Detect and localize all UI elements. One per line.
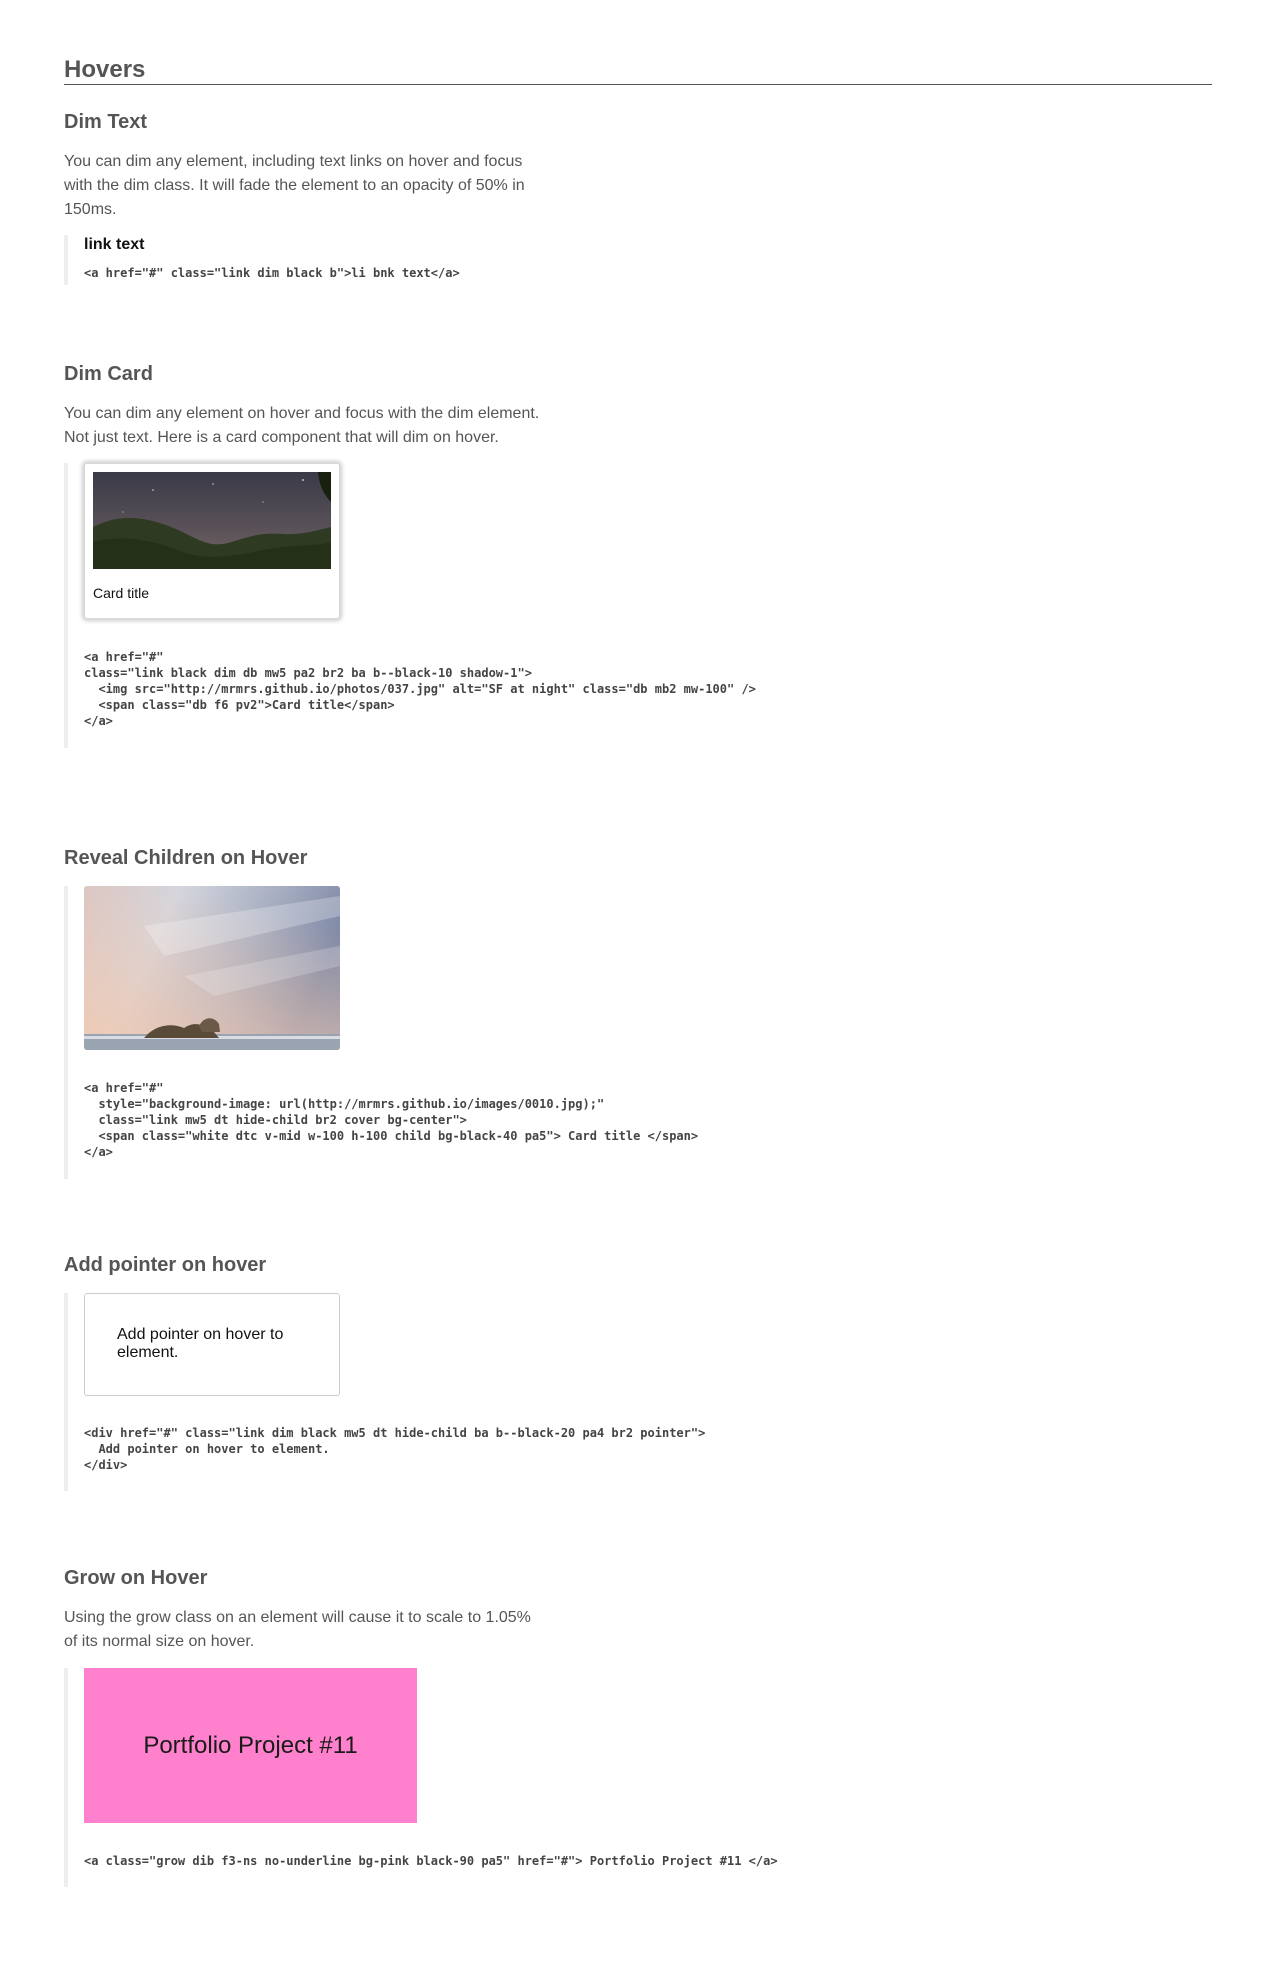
pointer-box[interactable]: Add pointer on hover to element.	[84, 1293, 340, 1396]
sf-night-image	[93, 472, 331, 569]
section-grow: Grow on Hover Using the grow class on an…	[64, 1566, 1212, 1887]
dim-text-example: link text <a href="#" class="link dim bl…	[64, 235, 1212, 285]
grow-code: <a class="grow dib f3-ns no-underline bg…	[84, 1854, 778, 1868]
page-title: Hovers	[64, 56, 1212, 85]
section-dim-text: Dim Text You can dim any element, includ…	[64, 110, 1212, 285]
reveal-children-heading: Reveal Children on Hover	[64, 847, 308, 869]
dim-card-heading: Dim Card	[64, 363, 153, 385]
add-pointer-heading: Add pointer on hover	[64, 1254, 267, 1276]
dim-card-code: <a href="#" class="link black dim db mw5…	[84, 650, 756, 728]
dim-text-heading: Dim Text	[64, 111, 147, 133]
grow-description: Using the grow class on an element will …	[64, 1609, 531, 1650]
grow-example: Portfolio Project #11 <a class="grow dib…	[64, 1668, 1212, 1887]
dim-text-description: You can dim any element, including text …	[64, 153, 525, 218]
add-pointer-code: <div href="#" class="link dim black mw5 …	[84, 1426, 706, 1472]
ocean-rock-image	[84, 886, 340, 1050]
dim-card-description: You can dim any element on hover and foc…	[64, 405, 540, 446]
add-pointer-example: Add pointer on hover to element. <div hr…	[64, 1293, 1212, 1491]
section-dim-card: Dim Card You can dim any element on hove…	[64, 362, 1212, 748]
grow-heading: Grow on Hover	[64, 1567, 208, 1589]
card-title: Card title	[93, 585, 150, 601]
section-reveal-children: Reveal Children on Hover <a href="#" sty…	[64, 846, 1212, 1179]
reveal-card[interactable]	[84, 886, 340, 1050]
dim-text-code: <a href="#" class="link dim black b">li …	[84, 266, 460, 280]
reveal-children-example: <a href="#" style="background-image: url…	[64, 886, 1212, 1179]
dim-card[interactable]: Card title	[84, 463, 340, 619]
dim-card-example: Card title <a href="#" class="link black…	[64, 463, 1212, 748]
dim-link-text[interactable]: link text	[84, 235, 144, 255]
section-add-pointer: Add pointer on hover Add pointer on hove…	[64, 1253, 1212, 1491]
portfolio-project-box[interactable]: Portfolio Project #11	[84, 1668, 417, 1823]
reveal-children-code: <a href="#" style="background-image: url…	[84, 1081, 699, 1159]
